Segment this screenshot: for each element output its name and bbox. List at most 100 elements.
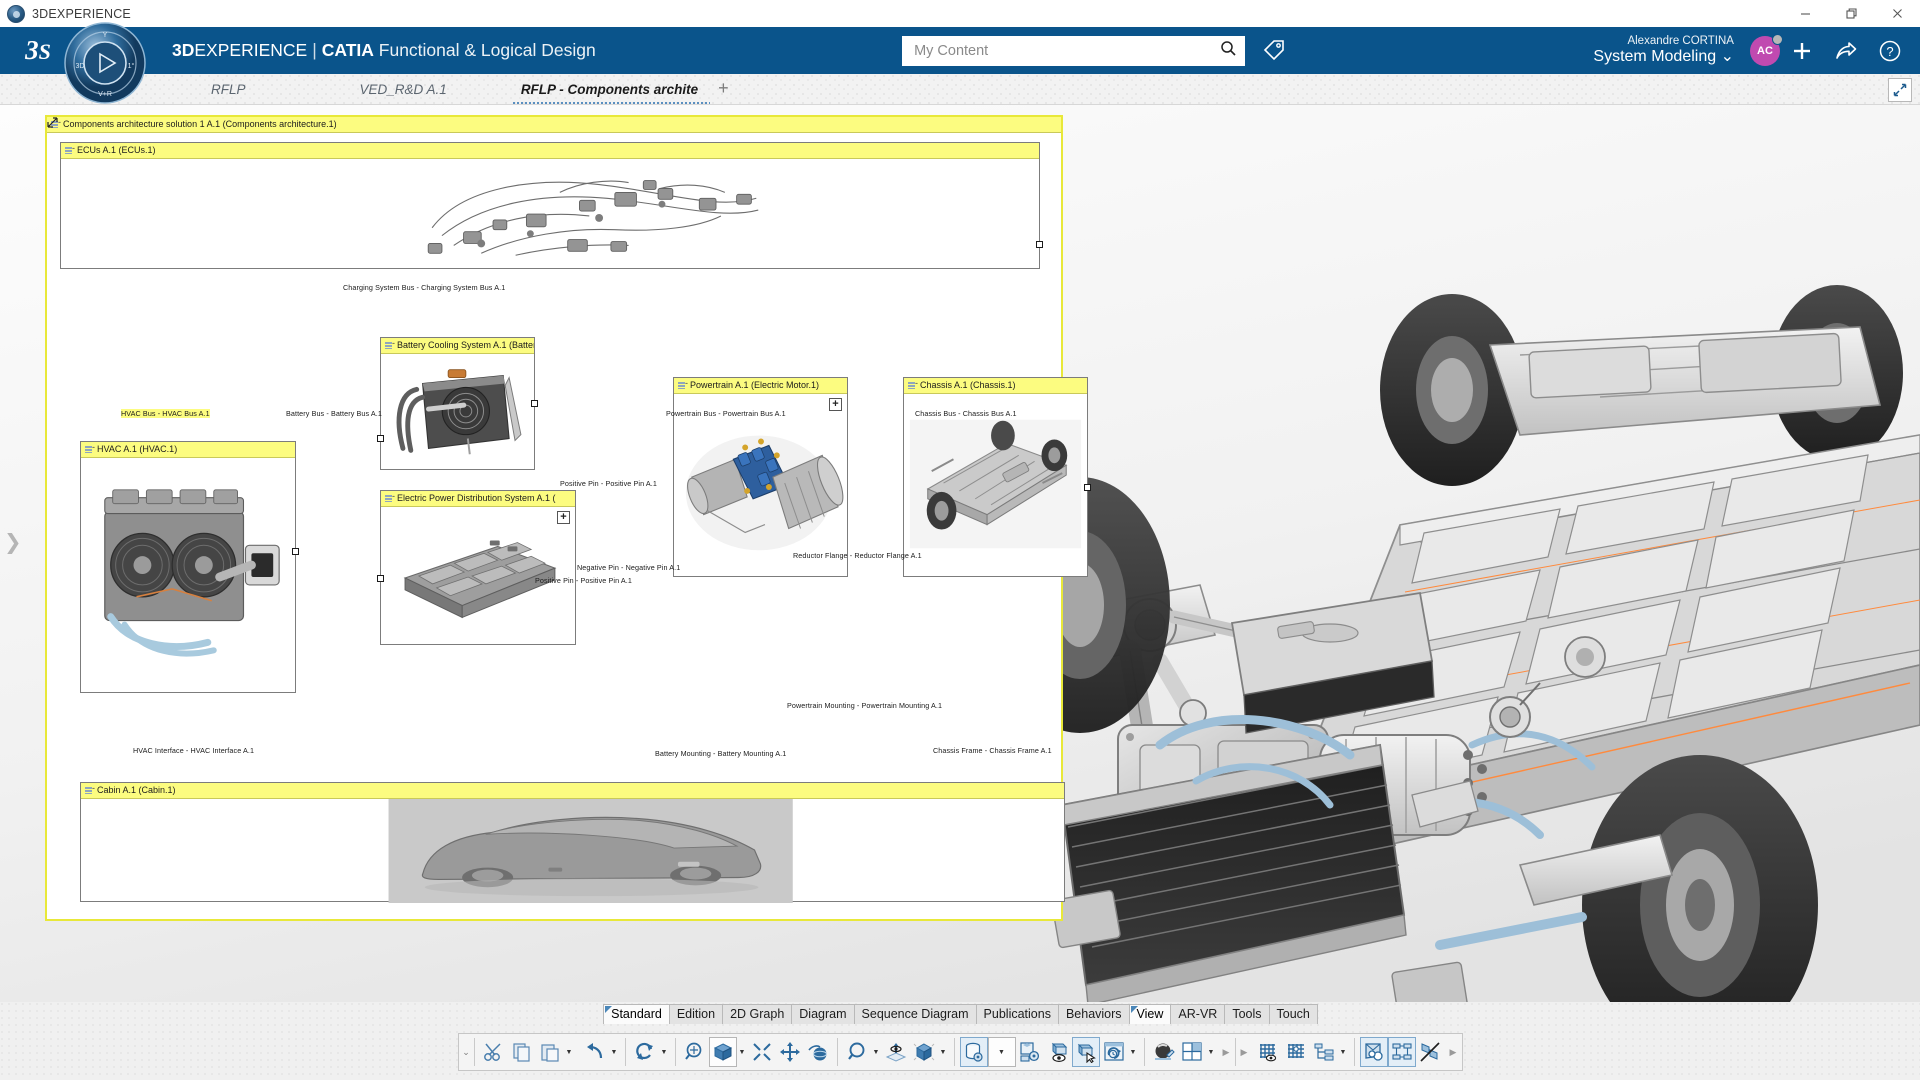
- toolbar-tab-edition[interactable]: Edition: [668, 1004, 724, 1024]
- node-chassis[interactable]: Chassis A.1 (Chassis.1): [903, 377, 1091, 577]
- toolbar-tab-publications[interactable]: Publications: [975, 1004, 1059, 1024]
- pan-icon[interactable]: [776, 1037, 804, 1067]
- apply-material-dropdown-caret-icon[interactable]: ▼: [987, 1037, 1016, 1067]
- node-hvac-body: [81, 458, 295, 694]
- compass-widget[interactable]: Y 3D 1° V+R: [62, 20, 148, 106]
- view-mode-icon[interactable]: [910, 1037, 938, 1067]
- port-ecus-right[interactable]: [1036, 241, 1043, 248]
- toolbar-tab-behaviors[interactable]: Behaviors: [1057, 1004, 1130, 1024]
- isometric-dropdown-caret-icon[interactable]: ▼: [737, 1037, 748, 1067]
- components-architecture-diagram[interactable]: Components architecture solution 1 A.1 (…: [45, 115, 1091, 921]
- tab-rflp[interactable]: RFLP: [195, 82, 262, 104]
- tab-ved-rd[interactable]: VED_R&D A.1: [344, 82, 463, 104]
- paste-dropdown-caret-icon[interactable]: ▼: [564, 1037, 575, 1067]
- tree-view-icon[interactable]: [1310, 1037, 1338, 1067]
- root-container-label: Components architecture solution 1 A.1 (…: [47, 117, 1061, 133]
- fit-all-icon[interactable]: [748, 1037, 776, 1067]
- search-box[interactable]: [902, 35, 1246, 66]
- hide-show-icon[interactable]: [1044, 1037, 1072, 1067]
- update-icon[interactable]: [631, 1037, 659, 1067]
- scene-settings-icon[interactable]: [1016, 1037, 1044, 1067]
- expand-epds-button[interactable]: +: [557, 511, 570, 524]
- toolbar-tab-view[interactable]: View: [1128, 1004, 1172, 1024]
- minimize-button[interactable]: [1782, 0, 1828, 27]
- port-batt-cooling-left[interactable]: [377, 435, 384, 442]
- render-style-icon[interactable]: [1150, 1037, 1178, 1067]
- port-epds-left[interactable]: [377, 575, 384, 582]
- update-dropdown-caret-icon[interactable]: ▼: [659, 1037, 670, 1067]
- cut-icon[interactable]: [480, 1037, 508, 1067]
- render-group: ▼: [1147, 1034, 1220, 1070]
- multi-view-icon[interactable]: [1178, 1037, 1206, 1067]
- port-hvac-right[interactable]: [292, 548, 299, 555]
- user-name: Alexandre CORTINA: [1627, 35, 1734, 48]
- zoom-icon[interactable]: [843, 1037, 871, 1067]
- swap-visible-icon[interactable]: [1071, 1037, 1100, 1067]
- annotation-group: [1357, 1034, 1447, 1070]
- reframe-dropdown-caret-icon[interactable]: ▼: [1128, 1037, 1139, 1067]
- chevron-down-icon[interactable]: ⌄: [1721, 48, 1734, 65]
- close-button[interactable]: [1874, 0, 1920, 27]
- toolbar-tab-sequence-diagram[interactable]: Sequence Diagram: [853, 1004, 977, 1024]
- node-ecus[interactable]: ECUs A.1 (ECUs.1): [60, 142, 1043, 269]
- share-icon[interactable]: [1824, 27, 1868, 74]
- undo-icon[interactable]: [581, 1037, 609, 1067]
- undo-dropdown-caret-icon[interactable]: ▼: [609, 1037, 620, 1067]
- grid-visibility-icon[interactable]: [1254, 1037, 1282, 1067]
- tree-dropdown-caret-icon[interactable]: ▼: [1338, 1037, 1349, 1067]
- port-chassis-right[interactable]: [1084, 484, 1091, 491]
- view-mode-dropdown-caret-icon[interactable]: ▼: [938, 1037, 949, 1067]
- node-hvac[interactable]: HVAC A.1 (HVAC.1): [80, 441, 299, 694]
- tag-icon[interactable]: [1262, 38, 1287, 63]
- apply-material-icon[interactable]: [959, 1037, 988, 1067]
- toolbar-tab-standard[interactable]: Standard: [603, 1004, 670, 1024]
- restore-button[interactable]: [1828, 0, 1874, 27]
- node-electric-power-distribution[interactable]: Electric Power Distribution System A.1 (: [377, 490, 576, 645]
- add-tab-button[interactable]: +: [714, 78, 739, 104]
- tab-rflp-components-architecture[interactable]: RFLP - Components archite: [505, 82, 714, 104]
- expand-powertrain-button[interactable]: +: [829, 398, 842, 411]
- normal-view-icon[interactable]: [882, 1037, 910, 1067]
- rotate-icon[interactable]: [804, 1037, 832, 1067]
- search-input[interactable]: [914, 42, 1221, 59]
- reframe-on-icon[interactable]: [1100, 1037, 1128, 1067]
- left-panel-toggle-icon[interactable]: ❯: [4, 530, 22, 555]
- dassault-systemes-logo[interactable]: 3S: [14, 37, 62, 64]
- edge-label-positive-pin-1: Positive Pin - Positive Pin A.1: [560, 479, 657, 488]
- toolbar-tab-diagram[interactable]: Diagram: [791, 1004, 855, 1024]
- multiview-dropdown-caret-icon[interactable]: ▼: [1206, 1037, 1217, 1067]
- collapse-panel-icon[interactable]: [1888, 78, 1912, 102]
- search-icon[interactable]: [1220, 40, 1237, 62]
- display-group: ▼ ▼: [957, 1034, 1142, 1070]
- avatar[interactable]: AC: [1749, 33, 1783, 66]
- help-icon[interactable]: ?: [1868, 27, 1912, 74]
- diagram-view-icon[interactable]: [1387, 1037, 1416, 1067]
- toolbar-overflow-right-icon[interactable]: ▶: [1220, 1037, 1233, 1067]
- toolbar-tab-touch[interactable]: Touch: [1268, 1004, 1318, 1024]
- edge-label-powertrain-bus: Powertrain Bus - Powertrain Bus A.1: [666, 409, 786, 418]
- toolbar-tab-tools[interactable]: Tools: [1224, 1004, 1270, 1024]
- toolbar-tab-2d-graph[interactable]: 2D Graph: [722, 1004, 793, 1024]
- isometric-view-icon[interactable]: [708, 1037, 737, 1067]
- add-button[interactable]: [1780, 27, 1824, 74]
- svg-text:?: ?: [1886, 44, 1893, 59]
- node-cabin-label: Cabin A.1 (Cabin.1): [81, 783, 1064, 799]
- zoom-dropdown-caret-icon[interactable]: ▼: [871, 1037, 882, 1067]
- grid-icon[interactable]: [1282, 1037, 1310, 1067]
- no-3d-icon[interactable]: [1416, 1037, 1444, 1067]
- annotation-icon[interactable]: [1359, 1037, 1388, 1067]
- toolbar-overflow-left-icon[interactable]: ▶: [1238, 1037, 1251, 1067]
- toolbar-grip-icon[interactable]: ⌄: [461, 1037, 472, 1067]
- zoom-area-icon[interactable]: [681, 1037, 709, 1067]
- port-batt-cooling-right[interactable]: [531, 400, 538, 407]
- copy-icon[interactable]: [508, 1037, 536, 1067]
- paste-icon[interactable]: [536, 1037, 564, 1067]
- user-role-dropdown[interactable]: System Modeling ⌄: [1593, 48, 1734, 66]
- node-battery-cooling-system[interactable]: Battery Cooling System A.1 (Battery Co: [377, 337, 538, 470]
- node-cabin[interactable]: Cabin A.1 (Cabin.1): [80, 782, 1065, 903]
- toolbar-overflow-end-icon[interactable]: ▶: [1447, 1037, 1460, 1067]
- wiring-harness-3d-icon: [427, 179, 759, 256]
- resize-handle-icon[interactable]: [47, 117, 58, 128]
- node-powertrain[interactable]: Powertrain A.1 (Electric Motor.1) - +: [673, 377, 848, 577]
- toolbar-tab-ar-vr[interactable]: AR-VR: [1170, 1004, 1226, 1024]
